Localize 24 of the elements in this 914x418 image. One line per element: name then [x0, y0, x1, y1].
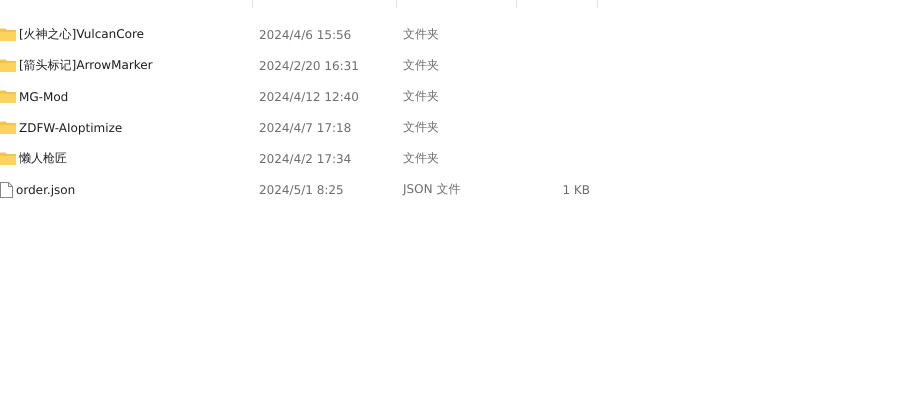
file-type: 文件夹 — [403, 58, 439, 72]
file-name[interactable]: order.json — [16, 182, 76, 196]
folder-icon — [0, 28, 16, 41]
folder-icon — [0, 59, 16, 72]
modified-date: 2024/2/20 16:31 — [259, 58, 359, 72]
file-name[interactable]: 懒人枪匠 — [19, 150, 67, 167]
file-name[interactable]: [箭头标记]ArrowMarker — [19, 57, 153, 74]
file-name[interactable]: ZDFW-AIoptimize — [19, 120, 122, 134]
file-type: 文件夹 — [403, 151, 439, 165]
file-size: 1 KB — [562, 182, 590, 196]
modified-date: 2024/4/12 12:40 — [259, 90, 359, 104]
modified-date: 2024/5/1 8:25 — [259, 182, 344, 196]
modified-date: 2024/4/7 17:18 — [259, 120, 352, 134]
file-type: 文件夹 — [403, 89, 439, 103]
file-name[interactable]: MG-Mod — [19, 90, 68, 104]
file-type: JSON 文件 — [403, 182, 460, 196]
file-type: 文件夹 — [403, 120, 439, 134]
file-type: 文件夹 — [403, 27, 439, 41]
folder-icon — [0, 90, 16, 103]
folder-icon — [0, 152, 16, 165]
folder-icon — [0, 121, 16, 134]
modified-date: 2024/4/2 17:34 — [259, 152, 352, 166]
modified-date: 2024/4/6 15:56 — [259, 28, 352, 42]
file-name[interactable]: [火神之心]VulcanCore — [19, 26, 144, 43]
